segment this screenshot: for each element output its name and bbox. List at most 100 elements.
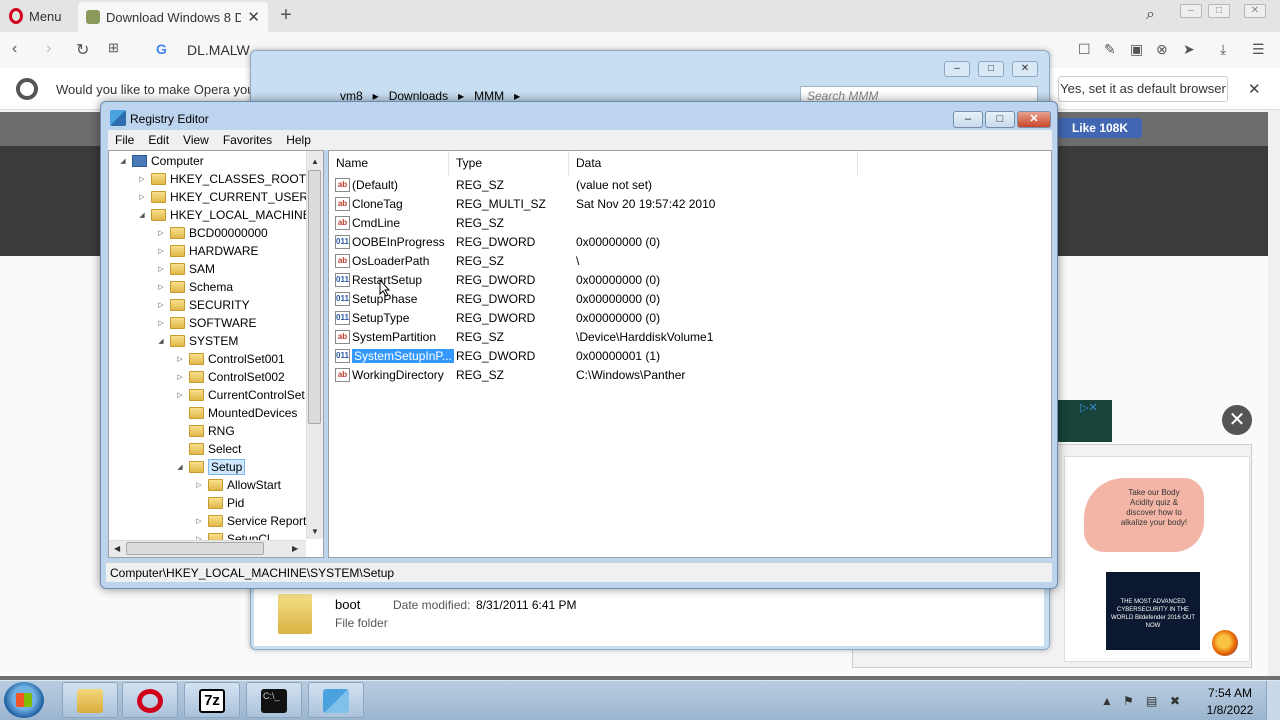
menu-view[interactable]: View	[176, 130, 216, 150]
explorer-close-button[interactable]: ✕	[1012, 61, 1038, 77]
regedit-minimize-button[interactable]: –	[953, 111, 983, 128]
value-row[interactable]: 011 SetupPhase REG_DWORD 0x00000000 (0)	[332, 290, 1032, 309]
column-header-type[interactable]: Type	[449, 151, 569, 175]
tree-node[interactable]: MountedDevices	[175, 404, 297, 422]
value-row[interactable]: ab (Default) REG_SZ (value not set)	[332, 176, 1032, 195]
tray-expand-icon[interactable]: ▲	[1101, 694, 1113, 708]
tab-close-icon[interactable]: ✕	[247, 8, 260, 26]
network-icon[interactable]: ▤	[1146, 694, 1157, 708]
explorer-maximize-button[interactable]: □	[978, 61, 1004, 77]
value-row[interactable]: ab OsLoaderPath REG_SZ \	[332, 252, 1032, 271]
browser-minimize-button[interactable]: –	[1180, 4, 1202, 18]
explorer-minimize-button[interactable]: –	[944, 61, 970, 77]
browser-tab[interactable]: Download Windows 8 Deve ✕	[78, 2, 268, 32]
tree-horizontal-thumb[interactable]	[126, 542, 264, 555]
tree-node[interactable]: ▷ SAM	[156, 260, 215, 278]
page-scrollbar[interactable]	[1268, 110, 1280, 676]
collapse-arrow-icon[interactable]: ◢	[156, 337, 166, 345]
tree-node[interactable]: RNG	[175, 422, 235, 440]
expand-arrow-icon[interactable]: ▷	[137, 193, 147, 201]
expand-arrow-icon[interactable]: ▷	[156, 301, 166, 309]
menu-favorites[interactable]: Favorites	[216, 130, 279, 150]
value-row[interactable]: 011 RestartSetup REG_DWORD 0x00000000 (0)	[332, 271, 1032, 290]
tree-node[interactable]: ◢ Computer	[118, 152, 203, 170]
file-name[interactable]: boot	[335, 597, 360, 612]
tabs-grid-icon[interactable]: ⊞	[108, 40, 119, 56]
collapse-arrow-icon[interactable]: ◢	[175, 463, 185, 471]
video-close-button[interactable]: ✕	[1222, 405, 1252, 435]
tree-node[interactable]: ▷ CurrentControlSet	[175, 386, 304, 404]
scroll-right-icon[interactable]: ▶	[292, 544, 298, 553]
taskbar-regedit[interactable]	[308, 682, 364, 718]
tree-node[interactable]: ▷ HKEY_CURRENT_USER	[137, 188, 308, 206]
tree-node[interactable]: ▷ SOFTWARE	[156, 314, 256, 332]
tree-node[interactable]: ◢ Setup	[175, 458, 246, 476]
tree-node[interactable]: ▷ Service Report	[194, 512, 306, 530]
expand-arrow-icon[interactable]: ▷	[156, 283, 166, 291]
new-tab-button[interactable]: +	[276, 4, 296, 26]
column-header-data[interactable]: Data	[569, 151, 858, 175]
infobar-close-icon[interactable]: ✕	[1248, 80, 1261, 98]
show-desktop-button[interactable]	[1266, 681, 1280, 720]
expand-arrow-icon[interactable]: ▷	[175, 373, 185, 381]
tree-node[interactable]: ▷ SECURITY	[156, 296, 249, 314]
expand-arrow-icon[interactable]: ▷	[156, 265, 166, 273]
back-icon[interactable]: ‹	[12, 40, 17, 58]
regedit-maximize-button[interactable]: □	[985, 111, 1015, 128]
adchoices-icon[interactable]: ▷✕	[1080, 401, 1098, 414]
tree-node[interactable]: ▷ ControlSet002	[175, 368, 284, 386]
tree-node[interactable]: ◢ HKEY_LOCAL_MACHINE	[137, 206, 310, 224]
adblock-icon[interactable]: ⊗	[1156, 41, 1168, 58]
expand-arrow-icon[interactable]: ▷	[156, 229, 166, 237]
tree-node[interactable]: ▷ BCD00000000	[156, 224, 267, 242]
regedit-close-button[interactable]: ✕	[1017, 111, 1051, 128]
scroll-up-icon[interactable]: ▲	[311, 157, 319, 166]
taskbar-cmd[interactable]: C:\_	[246, 682, 302, 718]
scroll-left-icon[interactable]: ◀	[114, 544, 120, 553]
expand-arrow-icon[interactable]: ▷	[194, 517, 204, 525]
collapse-arrow-icon[interactable]: ◢	[137, 211, 147, 219]
facebook-like-button[interactable]: Like 108K	[1058, 118, 1142, 138]
tree-node[interactable]: ▷ ControlSet001	[175, 350, 284, 368]
expand-arrow-icon[interactable]: ▷	[175, 391, 185, 399]
tree-node[interactable]: ◢ SYSTEM	[156, 332, 238, 350]
expand-arrow-icon[interactable]: ▷	[194, 481, 204, 489]
volume-muted-icon[interactable]: ✖	[1170, 694, 1180, 708]
menu-edit[interactable]: Edit	[141, 130, 176, 150]
expand-arrow-icon[interactable]: ▷	[156, 247, 166, 255]
folder-icon[interactable]	[278, 594, 312, 634]
tree-node[interactable]: ▷ AllowStart	[194, 476, 281, 494]
collapse-arrow-icon[interactable]: ◢	[118, 157, 128, 165]
tree-vertical-thumb[interactable]	[308, 170, 321, 424]
expand-arrow-icon[interactable]: ▷	[137, 175, 147, 183]
download-icon[interactable]: ⤓	[1220, 41, 1226, 58]
search-icon[interactable]: ⌕	[1146, 6, 1155, 24]
browser-close-button[interactable]: ✕	[1244, 4, 1266, 18]
value-row[interactable]: 011 OOBEInProgress REG_DWORD 0x00000000 (0)	[332, 233, 1032, 252]
tree-node[interactable]: Select	[175, 440, 241, 458]
value-row[interactable]: 011 SetupType REG_DWORD 0x00000000 (0)	[332, 309, 1032, 328]
value-row[interactable]: ab CloneTag REG_MULTI_SZ Sat Nov 20 19:57:4…	[332, 195, 1032, 214]
menu-file[interactable]: File	[108, 130, 141, 150]
edit-icon[interactable]: ✎	[1104, 41, 1116, 58]
forward-icon[interactable]: ›	[46, 40, 51, 58]
value-row[interactable]: ab WorkingDirectory REG_SZ C:\Windows\Panth…	[332, 366, 1032, 385]
taskbar-opera[interactable]	[122, 682, 178, 718]
tree-node[interactable]: Pid	[194, 494, 244, 512]
tree-node[interactable]: ▷ HARDWARE	[156, 242, 258, 260]
ad-bitdefender[interactable]: THE MOST ADVANCED CYBERSECURITY IN THE W…	[1106, 572, 1200, 650]
tree-node[interactable]: ▷ HKEY_CLASSES_ROOT	[137, 170, 306, 188]
opera-menu-button[interactable]: Menu	[0, 0, 72, 32]
set-default-browser-button[interactable]: Yes, set it as default browser	[1058, 76, 1228, 102]
clock-date[interactable]: 1/8/2022	[1200, 703, 1260, 717]
share-icon[interactable]: ➤	[1183, 41, 1195, 58]
column-header-name[interactable]: Name	[329, 151, 449, 175]
ad-hand-image[interactable]: Take our Body Acidity quiz & discover ho…	[1084, 478, 1204, 552]
expand-arrow-icon[interactable]: ▷	[156, 319, 166, 327]
browser-maximize-button[interactable]: □	[1208, 4, 1230, 18]
reader-icon[interactable]: ☐	[1078, 41, 1091, 58]
easy-setup-icon[interactable]: ☰	[1252, 41, 1265, 58]
value-row[interactable]: ab SystemPartition REG_SZ \Device\HarddiskV…	[332, 328, 1032, 347]
address-field[interactable]: DL.MALW	[187, 42, 250, 58]
scroll-down-icon[interactable]: ▼	[311, 527, 319, 536]
